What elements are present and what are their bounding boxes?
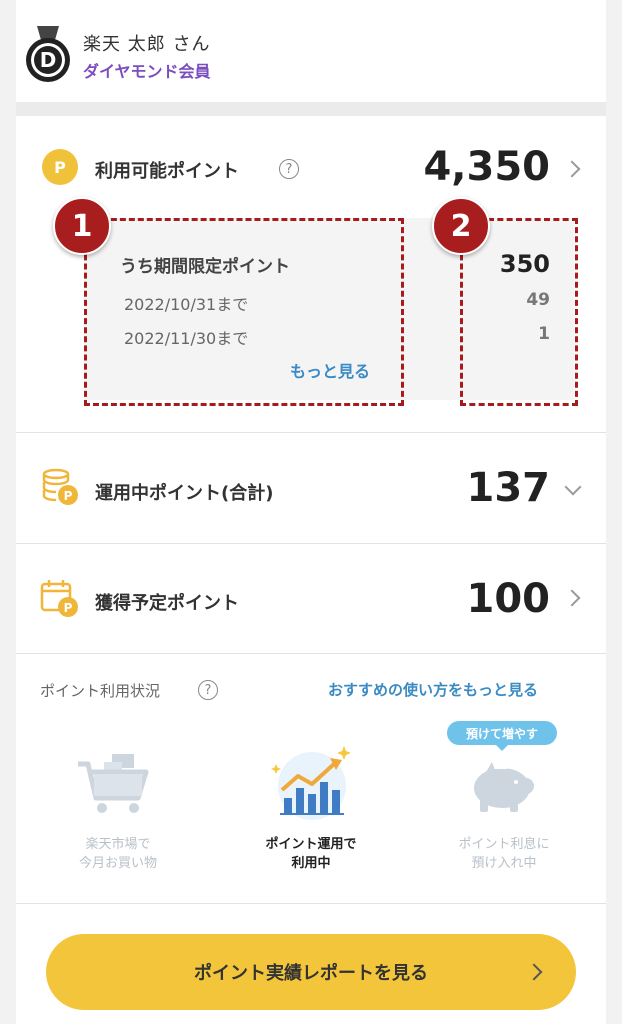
usage-item-investing[interactable]: ポイント運用で 利用中 [231, 835, 391, 873]
annotation-box-1 [84, 218, 404, 406]
svg-text:P: P [64, 601, 73, 615]
point-coin-icon: P [42, 149, 78, 185]
investing-points-label: 運用中ポイント(合計) [95, 483, 274, 504]
diamond-badge-icon: D [25, 26, 71, 84]
deposit-tag: 預けて増やす [447, 721, 557, 751]
chevron-right-icon [525, 963, 543, 981]
annotation-marker-2: 2 [432, 197, 490, 255]
piggy-bank-icon[interactable] [466, 756, 542, 816]
usage-item-shopping[interactable]: 楽天市場で 今月お買い物 [38, 835, 198, 873]
available-points-label: 利用可能ポイント [95, 161, 239, 182]
user-name: 楽天 太郎 さん [83, 34, 211, 55]
svg-text:P: P [64, 489, 73, 503]
divider [16, 903, 606, 904]
divider [16, 653, 606, 654]
usage-item-deposit[interactable]: ポイント利息に 預け入れ中 [424, 835, 584, 873]
divider [16, 432, 606, 433]
header-divider-bar [16, 102, 606, 116]
shopping-cart-icon[interactable] [76, 752, 152, 818]
help-icon[interactable]: ? [198, 680, 218, 700]
scheduled-points-value: 100 [466, 576, 551, 622]
usage-status-title: ポイント利用状況 [40, 682, 161, 700]
coin-stack-icon: P [40, 466, 80, 506]
investing-points-value: 137 [466, 465, 551, 511]
recommended-usage-link[interactable]: おすすめの使い方をもっと見る [328, 679, 538, 700]
annotation-marker-1: 1 [53, 197, 111, 255]
help-icon[interactable]: ? [279, 159, 299, 179]
investment-chart-icon[interactable] [268, 742, 354, 820]
available-points-value: 4,350 [423, 144, 550, 190]
divider [16, 543, 606, 544]
points-report-button[interactable]: ポイント実績レポートを見る [46, 934, 576, 1010]
scheduled-points-label: 獲得予定ポイント [95, 593, 239, 614]
calendar-point-icon: P [40, 578, 80, 618]
badge-letter: D [40, 48, 57, 72]
member-rank[interactable]: ダイヤモンド会員 [83, 58, 211, 82]
